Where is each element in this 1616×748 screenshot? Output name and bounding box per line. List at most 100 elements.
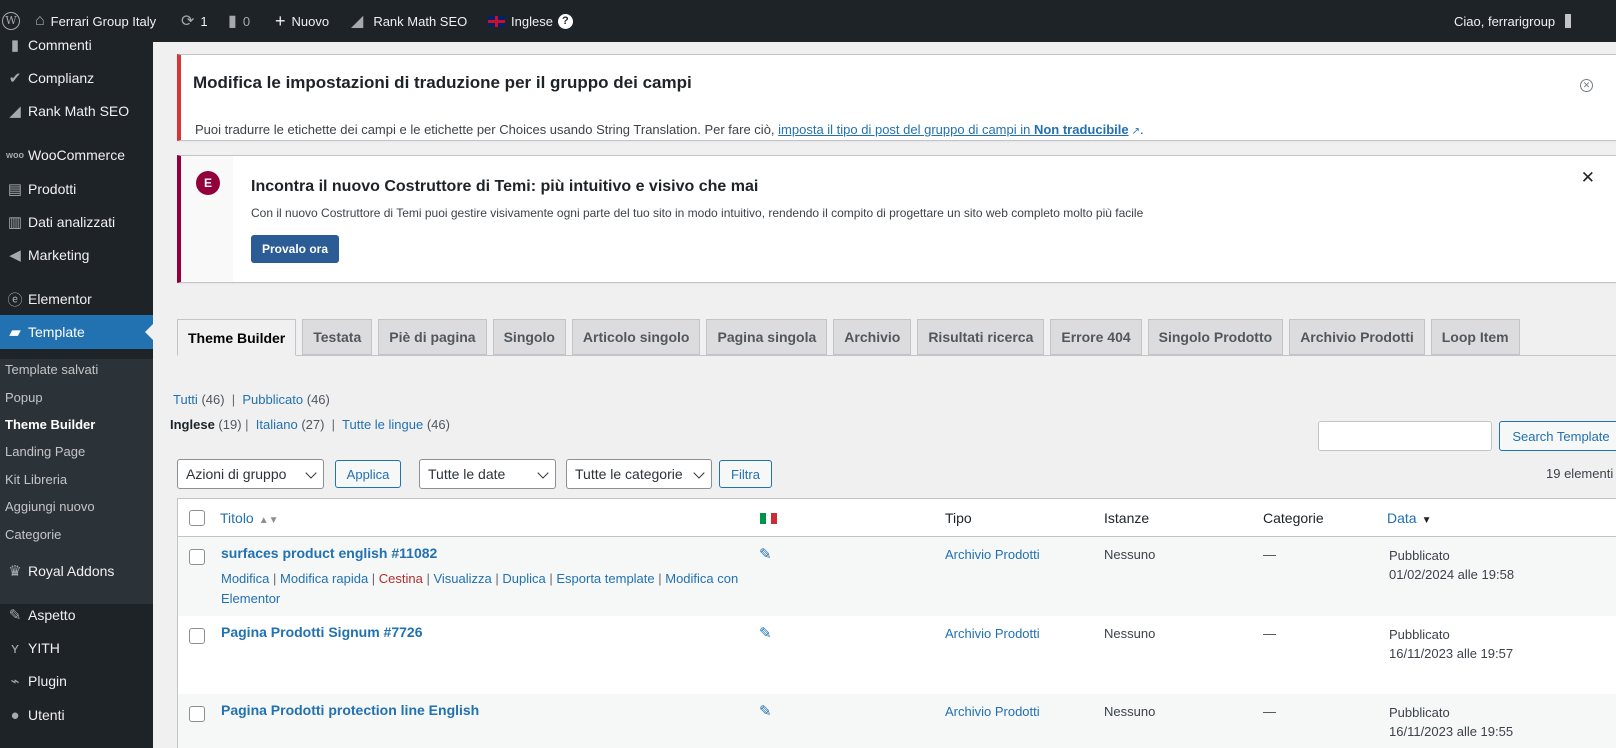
sidebar-item-label: YITH — [28, 640, 60, 656]
elementor-icon: ⓔ — [7, 291, 23, 309]
elementor-theme-builder-notice: E Incontra il nuovo Costruttore di Temi:… — [177, 155, 1616, 283]
row-type-link[interactable]: Archivio Prodotti — [945, 626, 1040, 641]
column-type: Tipo — [945, 510, 972, 526]
comment-icon: ▮ — [10, 37, 20, 54]
view-all-link[interactable]: Tutti — [173, 392, 198, 407]
row-title-link[interactable]: surfaces product english #11082 — [221, 545, 437, 561]
sidebar-item-label: Template — [28, 324, 85, 340]
updates-link[interactable]: ⟳ 1 — [181, 0, 208, 42]
tab-articolo-singolo[interactable]: Articolo singolo — [571, 319, 701, 355]
sidebar-item-aspetto[interactable]: ✎ Aspetto — [0, 598, 153, 632]
tab-errore-404[interactable]: Errore 404 — [1050, 319, 1142, 355]
sidebar-item-dati-analizzati[interactable]: ▥ Dati analizzati — [0, 205, 153, 239]
plug-icon: ⌁ — [10, 673, 20, 690]
submenu-aggiungi-nuovo[interactable]: Aggiungi nuovo — [0, 495, 153, 517]
rank-math-link[interactable]: ◢ Rank Math SEO — [351, 0, 467, 42]
tab-pie-di-pagina[interactable]: Piè di pagina — [378, 319, 487, 355]
sidebar-item-template[interactable]: ▰ Template — [0, 315, 153, 349]
edit-translation-pencil-icon[interactable]: ✎ — [759, 545, 772, 563]
tab-loop-item[interactable]: Loop Item — [1430, 319, 1520, 355]
duplicate-link[interactable]: Duplica — [502, 571, 545, 586]
view-lang-current[interactable]: Inglese — [170, 417, 215, 432]
row-title-link[interactable]: Pagina Prodotti Signum #7726 — [221, 624, 423, 640]
new-content-link[interactable]: + Nuovo — [275, 0, 329, 42]
submenu-kit-libreria[interactable]: Kit Libreria — [0, 468, 153, 490]
tab-risultati-ricerca[interactable]: Risultati ricerca — [917, 319, 1045, 355]
dismiss-icon[interactable]: ✕ — [1580, 79, 1593, 92]
italian-flag-icon — [760, 512, 778, 524]
bar-chart-icon: ▥ — [7, 214, 23, 231]
sort-icon: ▼ — [1421, 515, 1432, 526]
uk-flag-icon — [488, 15, 505, 27]
column-categories: Categorie — [1263, 510, 1324, 526]
tab-singolo[interactable]: Singolo — [492, 319, 566, 355]
column-title[interactable]: Titolo ▲▼ — [220, 510, 279, 526]
close-icon[interactable]: ✕ — [1581, 168, 1595, 188]
sidebar-item-prodotti[interactable]: ▤ Prodotti — [0, 172, 153, 206]
tab-testata[interactable]: Testata — [302, 319, 373, 355]
search-input[interactable] — [1318, 421, 1492, 451]
my-account-link[interactable]: Ciao, ferrarigroup — [1454, 0, 1572, 42]
sidebar-item-marketing[interactable]: ◀ Marketing — [0, 238, 153, 272]
tab-theme-builder[interactable]: Theme Builder — [177, 319, 297, 356]
submenu-popup[interactable]: Popup — [0, 386, 153, 408]
edit-translation-pencil-icon[interactable]: ✎ — [759, 624, 772, 642]
tab-singolo-prodotto[interactable]: Singolo Prodotto — [1147, 319, 1284, 355]
rank-math-label: Rank Math SEO — [373, 13, 468, 29]
apply-button[interactable]: Applica — [335, 460, 401, 488]
sidebar-item-royal-addons[interactable]: ♛ Royal Addons — [0, 554, 153, 588]
category-filter-select[interactable]: Tutte le categorie — [566, 459, 712, 489]
comment-icon: ▮ — [228, 13, 237, 30]
table-row: Pagina Prodotti protection line English … — [178, 694, 1616, 748]
column-date[interactable]: Data ▼ — [1387, 510, 1431, 526]
export-template-link[interactable]: Esporta template — [556, 571, 654, 586]
sidebar-item-label: Complianz — [28, 70, 95, 86]
view-lang-it-link[interactable]: Italiano — [256, 417, 298, 432]
sidebar-item-utenti[interactable]: ● Utenti — [0, 698, 153, 732]
row-category: — — [1263, 626, 1276, 641]
language-switcher[interactable]: Inglese ? — [488, 0, 573, 42]
notice-title: Modifica le impostazioni di traduzione p… — [193, 73, 692, 92]
row-type-link[interactable]: Archivio Prodotti — [945, 704, 1040, 719]
items-count: 19 elementi — [1546, 466, 1614, 481]
non-traducibile-link[interactable]: imposta il tipo di post del gruppo di ca… — [778, 122, 1128, 137]
row-title-link[interactable]: Pagina Prodotti protection line English — [221, 702, 479, 718]
trash-link[interactable]: Cestina — [379, 571, 423, 586]
edit-translation-pencil-icon[interactable]: ✎ — [759, 702, 772, 720]
tab-pagina-singola[interactable]: Pagina singola — [706, 319, 828, 355]
sidebar-item-plugin[interactable]: ⌁ Plugin — [0, 664, 153, 698]
sidebar-item-complianz[interactable]: ✔ Complianz — [0, 61, 153, 95]
sidebar-item-label: Marketing — [28, 247, 90, 263]
row-checkbox[interactable] — [189, 706, 205, 722]
row-checkbox[interactable] — [189, 549, 205, 565]
filter-button[interactable]: Filtra — [719, 460, 772, 488]
view-link[interactable]: Visualizza — [433, 571, 491, 586]
sidebar-item-yith[interactable]: ʏ YITH — [0, 631, 153, 665]
quick-edit-link[interactable]: Modifica rapida — [280, 571, 368, 586]
edit-link[interactable]: Modifica — [221, 571, 269, 586]
row-type-link[interactable]: Archivio Prodotti — [945, 547, 1040, 562]
comments-link[interactable]: ▮ 0 — [228, 0, 250, 42]
search-template-button[interactable]: Search Template — [1499, 421, 1616, 451]
admin-sidebar: ▮ Commenti ✔ Complianz ◢ Rank Math SEO woo W… — [0, 37, 153, 748]
avatar — [1565, 14, 1572, 28]
select-all-checkbox[interactable] — [189, 510, 205, 526]
sidebar-item-commenti[interactable]: ▮ Commenti — [0, 28, 153, 62]
sidebar-item-rank-math[interactable]: ◢ Rank Math SEO — [0, 94, 153, 128]
submenu-landing-page[interactable]: Landing Page — [0, 440, 153, 462]
try-now-button[interactable]: Provalo ora — [251, 235, 339, 263]
help-icon[interactable]: ? — [557, 13, 573, 29]
language-views: Inglese (19) | Italiano (27) | Tutte le … — [170, 417, 450, 432]
submenu-template-salvati[interactable]: Template salvati — [0, 358, 153, 380]
date-filter-select[interactable]: Tutte le date — [419, 459, 556, 489]
sidebar-item-woocommerce[interactable]: woo WooCommerce — [0, 138, 153, 172]
view-published-link[interactable]: Pubblicato — [242, 392, 303, 407]
tab-archivio[interactable]: Archivio — [833, 319, 912, 355]
sidebar-item-elementor[interactable]: ⓔ Elementor — [0, 282, 153, 316]
submenu-theme-builder[interactable]: Theme Builder — [0, 413, 153, 435]
row-checkbox[interactable] — [189, 628, 205, 644]
bulk-action-select[interactable]: Azioni di gruppo — [177, 459, 324, 489]
tab-archivio-prodotti[interactable]: Archivio Prodotti — [1289, 319, 1425, 355]
view-lang-all-link[interactable]: Tutte le lingue — [342, 417, 423, 432]
submenu-categorie[interactable]: Categorie — [0, 523, 153, 545]
